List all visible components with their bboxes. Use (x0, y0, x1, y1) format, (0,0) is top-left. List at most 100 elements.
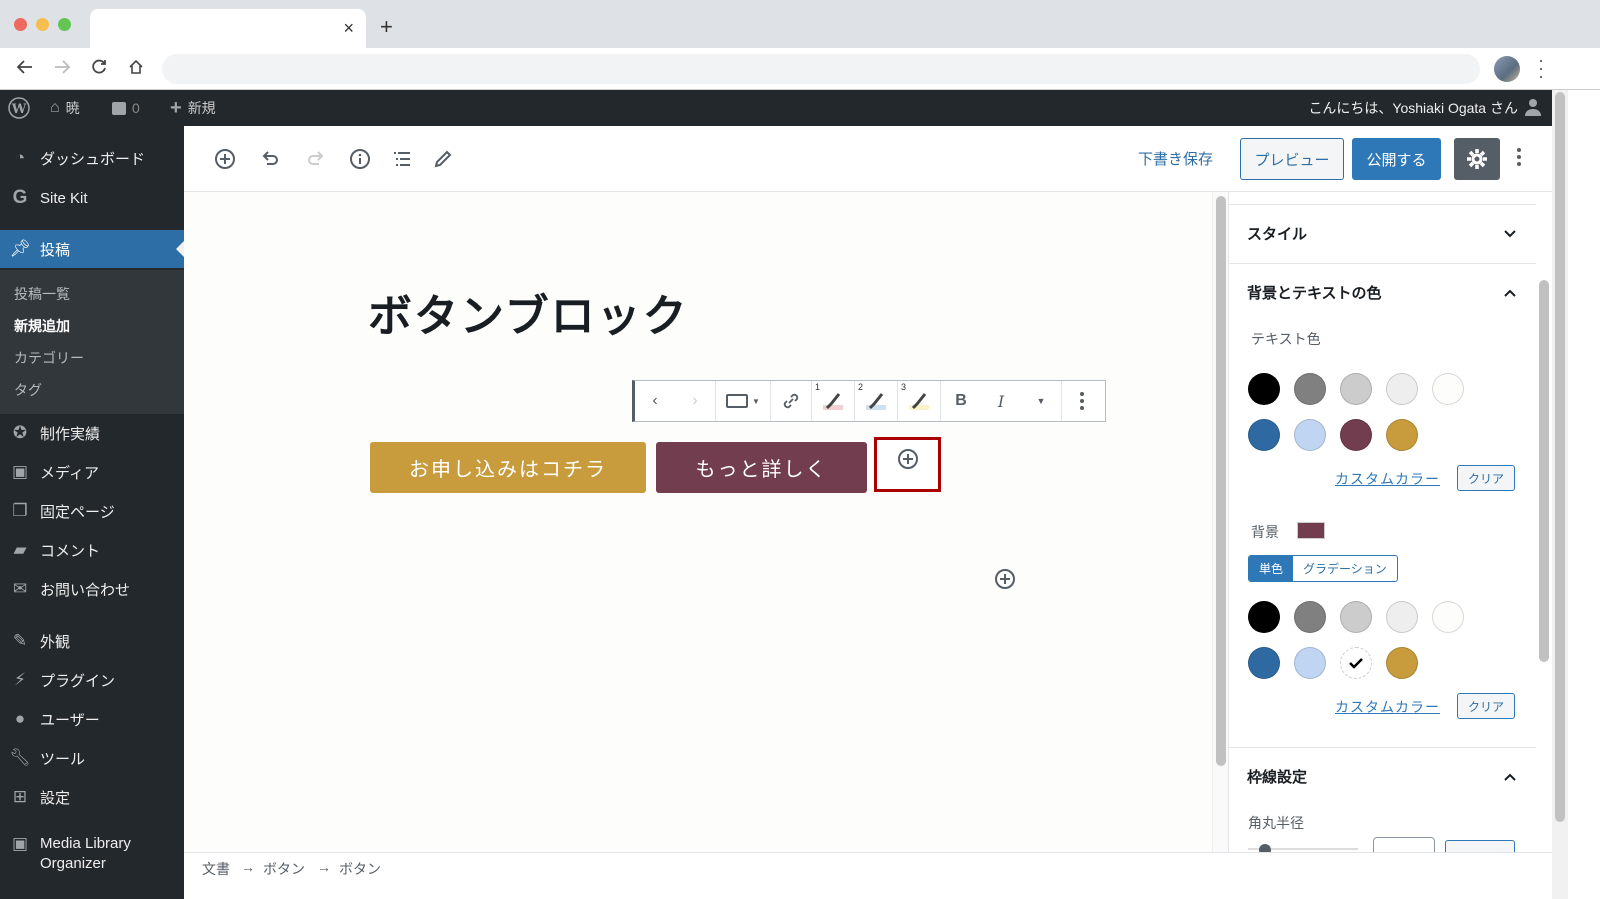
sidebar-item-posts[interactable]: 📌︎ 投稿 (0, 230, 184, 268)
italic-button[interactable]: I (981, 381, 1021, 421)
sidebar-item-plugins[interactable]: ⚡︎ プラグイン (0, 661, 184, 699)
color-swatch[interactable] (1340, 601, 1372, 633)
sidebar-item-works[interactable]: ✪ 制作実績 (0, 414, 184, 452)
panel-scrollbar[interactable] (1536, 192, 1552, 852)
border-radius-input[interactable] (1373, 837, 1435, 852)
browser-tab[interactable]: × (90, 9, 366, 49)
color-swatch[interactable] (1386, 647, 1418, 679)
color-swatch[interactable] (1248, 419, 1280, 451)
sidebar-item-settings[interactable]: ⊞ 設定 (0, 778, 184, 816)
home-icon[interactable] (127, 58, 145, 81)
close-tab-icon[interactable]: × (343, 18, 354, 39)
border-radius-slider-handle[interactable] (1259, 844, 1271, 852)
address-bar[interactable] (162, 54, 1480, 84)
comments-link[interactable]: 0 (112, 90, 140, 126)
learn-more-button-block[interactable]: もっと詳しく (656, 442, 867, 493)
color-swatch[interactable] (1294, 601, 1326, 633)
add-button-appender[interactable] (874, 437, 941, 492)
save-draft-button[interactable]: 下書き保存 (1138, 148, 1213, 169)
undo-icon[interactable] (257, 146, 283, 172)
color-swatch[interactable] (1432, 601, 1464, 633)
redo-icon[interactable] (303, 146, 329, 172)
color-swatch[interactable] (1294, 647, 1326, 679)
maximize-window-button[interactable] (58, 18, 71, 31)
sidebar-item-tools[interactable]: 🔧︎ ツール (0, 739, 184, 777)
edit-mode-icon[interactable] (430, 146, 456, 172)
color-swatch[interactable] (1248, 601, 1280, 633)
editor-canvas: ボタンブロック ‹ › ▼ 1 2 3 B I ▼ お申し込みはコチラ もっと詳… (184, 192, 1212, 852)
border-radius-reset-button[interactable] (1445, 840, 1515, 852)
color-swatch[interactable] (1386, 601, 1418, 633)
text-custom-color-link[interactable]: カスタムカラー (1335, 469, 1440, 489)
sidebar-item-media[interactable]: ▣ メディア (0, 453, 184, 491)
link-icon[interactable] (771, 381, 811, 421)
border-section-toggle[interactable]: 枠線設定 (1229, 747, 1536, 805)
sidebar-item-media-library-organizer[interactable]: ▣ Media Library Organizer (0, 834, 184, 878)
settings-button[interactable] (1454, 138, 1500, 180)
submenu-add-new[interactable]: 新規追加 (14, 316, 70, 336)
color-section-toggle[interactable]: 背景とテキストの色 (1229, 263, 1536, 321)
breadcrumb-document[interactable]: 文書 (202, 859, 230, 879)
reload-icon[interactable] (90, 58, 108, 81)
submenu-tags[interactable]: タグ (14, 380, 42, 400)
sidebar-item-contact[interactable]: ✉ お問い合わせ (0, 570, 184, 608)
outline-icon[interactable] (389, 146, 415, 172)
highlighter-1-button[interactable]: 1 (812, 381, 854, 421)
profile-avatar[interactable] (1494, 56, 1520, 82)
add-block-icon[interactable] (212, 146, 238, 172)
color-swatch[interactable] (1248, 373, 1280, 405)
color-swatch[interactable] (1386, 419, 1418, 451)
highlighter-2-button[interactable]: 2 (855, 381, 897, 421)
style-section-toggle[interactable]: スタイル (1229, 204, 1536, 262)
sidebar-item-comments[interactable]: ▰ コメント (0, 531, 184, 569)
move-right-icon[interactable]: › (675, 381, 715, 421)
gradient-tab[interactable]: グラデーション (1293, 556, 1397, 581)
new-tab-button[interactable]: + (380, 14, 393, 40)
info-icon[interactable] (347, 146, 373, 172)
canvas-scrollbar[interactable] (1212, 192, 1228, 852)
preview-button[interactable]: プレビュー (1240, 138, 1344, 180)
color-swatch[interactable] (1340, 373, 1372, 405)
minimize-window-button[interactable] (36, 18, 49, 31)
sidebar-item-dashboard[interactable]: ◔ ダッシュボード (0, 139, 184, 177)
block-inserter-icon[interactable] (994, 568, 1016, 595)
back-icon[interactable] (16, 58, 34, 81)
bold-button[interactable]: B (941, 381, 981, 421)
move-left-icon[interactable]: ‹ (635, 381, 675, 421)
submenu-all-posts[interactable]: 投稿一覧 (14, 284, 70, 304)
my-account-link[interactable]: こんにちは、Yoshiaki Ogata さん (1308, 90, 1542, 126)
site-home-link[interactable]: ⌂ 暁 (50, 90, 80, 126)
breadcrumb-buttons[interactable]: ボタン (263, 859, 305, 879)
close-window-button[interactable] (14, 18, 27, 31)
color-swatch[interactable] (1248, 647, 1280, 679)
color-swatch[interactable] (1340, 419, 1372, 451)
sidebar-item-appearance[interactable]: ✎ 外観 (0, 622, 184, 660)
solid-tab[interactable]: 単色 (1249, 556, 1294, 581)
forward-icon[interactable] (53, 58, 71, 81)
text-color-clear-button[interactable]: クリア (1457, 465, 1515, 491)
sidebar-item-pages[interactable]: ❐ 固定ページ (0, 492, 184, 530)
sidebar-item-users[interactable]: ● ユーザー (0, 700, 184, 738)
wordpress-logo-icon[interactable]: W (8, 90, 30, 126)
sidebar-item-site-kit[interactable]: G Site Kit (0, 179, 184, 217)
color-swatch[interactable] (1294, 373, 1326, 405)
color-swatch[interactable] (1294, 419, 1326, 451)
color-swatch[interactable] (1340, 647, 1372, 679)
publish-button[interactable]: 公開する (1352, 138, 1441, 180)
apply-button-block[interactable]: お申し込みはコチラ (370, 442, 646, 493)
color-swatch[interactable] (1432, 373, 1464, 405)
color-swatch[interactable] (1386, 373, 1418, 405)
post-title[interactable]: ボタンブロック (368, 280, 689, 344)
submenu-categories[interactable]: カテゴリー (14, 348, 84, 368)
block-options-icon[interactable] (1062, 381, 1102, 421)
block-style-button[interactable]: ▼ (716, 381, 770, 421)
more-formats-icon[interactable]: ▼ (1021, 381, 1061, 421)
browser-menu-icon[interactable]: · · · (1536, 51, 1546, 85)
window-scrollbar[interactable] (1552, 90, 1568, 899)
border-radius-label: 角丸半径 (1248, 815, 1304, 831)
new-content-link[interactable]: + 新規 (170, 90, 216, 126)
background-color-clear-button[interactable]: クリア (1457, 693, 1515, 719)
background-custom-color-link[interactable]: カスタムカラー (1335, 697, 1440, 717)
highlighter-3-button[interactable]: 3 (898, 381, 940, 421)
more-options-icon[interactable] (1516, 146, 1522, 173)
